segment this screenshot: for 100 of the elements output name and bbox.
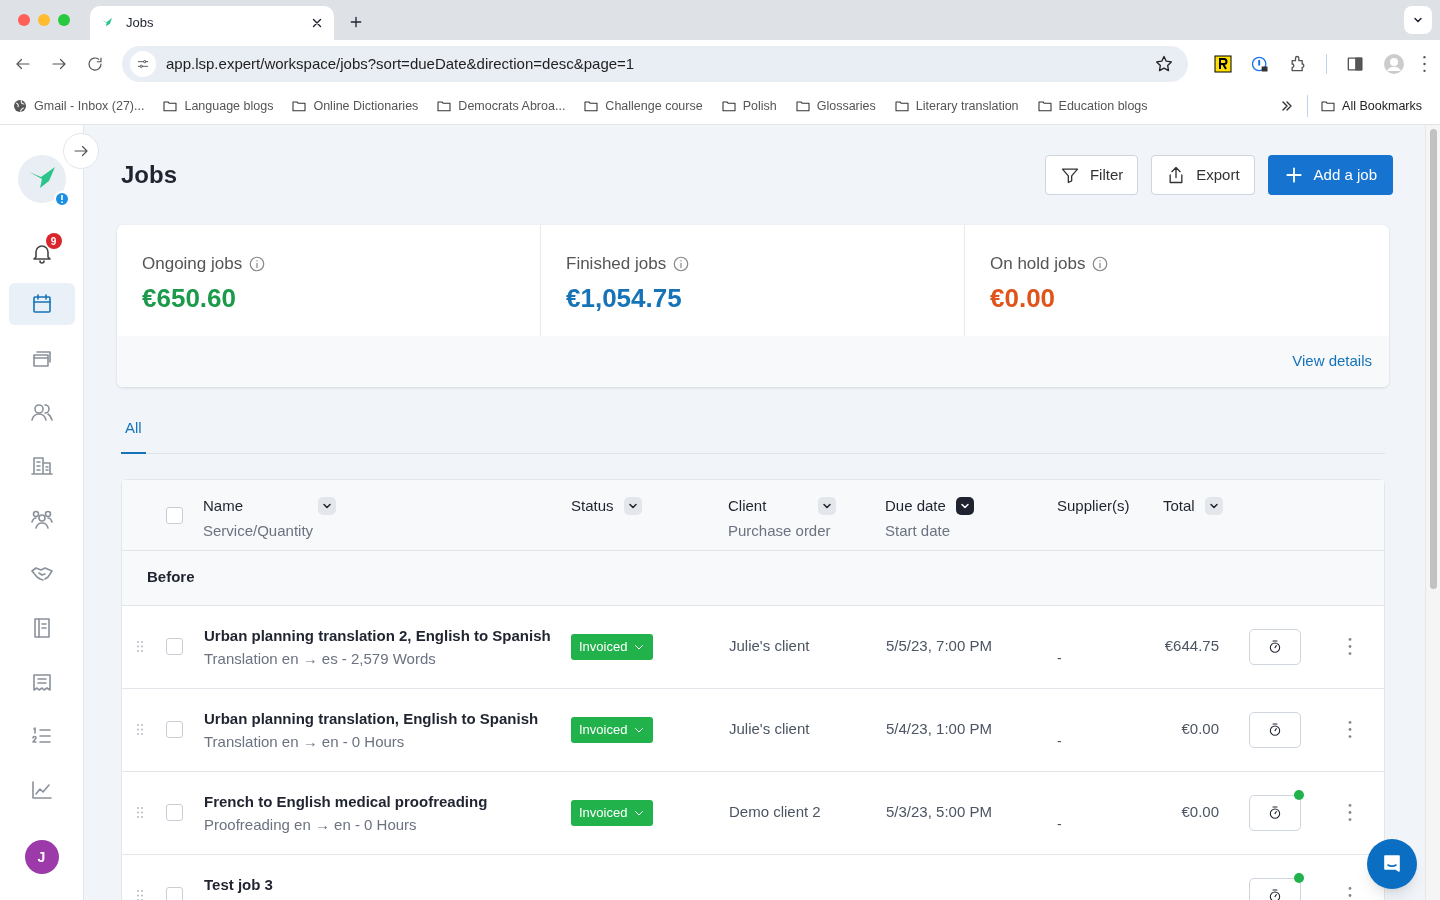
folder-icon xyxy=(720,98,737,114)
view-details-link[interactable]: View details xyxy=(1292,350,1372,373)
client-name: Julie's client xyxy=(729,636,810,657)
due-date: 5/4/23, 1:00 PM xyxy=(886,719,992,740)
app-logo[interactable] xyxy=(17,155,66,203)
column-header: Status xyxy=(571,495,614,516)
folder-icon xyxy=(583,98,600,114)
drag-handle-icon[interactable] xyxy=(137,890,143,900)
notification-count: 9 xyxy=(45,233,62,249)
column-header: Name xyxy=(203,495,244,516)
bookmark-folder[interactable]: Democrats Abroa... xyxy=(436,96,566,116)
more-options-icon[interactable] xyxy=(1348,638,1352,655)
due-date: 5/5/23, 7:00 PM xyxy=(886,636,992,657)
close-window-control[interactable] xyxy=(18,14,30,26)
job-name[interactable]: Urban planning translation 2, English to Spanish xyxy=(204,624,551,647)
due-date: 5/3/23, 5:00 PM xyxy=(886,802,992,823)
export-button[interactable]: Export xyxy=(1151,155,1255,195)
extension-icon[interactable] xyxy=(1214,55,1232,73)
stopwatch-icon xyxy=(1267,804,1283,821)
folder-icon xyxy=(162,98,179,114)
folder-icon xyxy=(1320,98,1337,114)
sort-button[interactable] xyxy=(955,496,974,515)
browser-tab[interactable]: Jobs xyxy=(90,6,334,40)
bookmark-folder[interactable]: Language blogs xyxy=(162,96,274,116)
add-button[interactable]: Add a job xyxy=(1267,155,1393,195)
column-subheader: Start date xyxy=(885,521,952,541)
tab-list-button[interactable] xyxy=(1404,6,1432,34)
checkbox[interactable] xyxy=(166,721,183,738)
checkbox[interactable] xyxy=(166,638,183,655)
site-settings-icon xyxy=(136,57,150,71)
user-avatar[interactable]: J xyxy=(24,840,59,874)
stat-label: Ongoing jobs xyxy=(142,253,243,275)
bookmark-folder[interactable]: All Bookmarks xyxy=(1320,96,1422,116)
stat-value: €0.00 xyxy=(990,281,1057,315)
total-amount: €644.75 xyxy=(1164,636,1219,657)
chat-button[interactable] xyxy=(1367,839,1417,889)
stat-value: €650.60 xyxy=(142,281,237,315)
filter-button[interactable]: Filter xyxy=(1044,155,1139,195)
expand-sidebar-button[interactable] xyxy=(63,133,99,169)
suppliers-value: - xyxy=(1057,648,1062,668)
profile-avatar-icon[interactable] xyxy=(1383,53,1405,75)
drag-handle-icon[interactable] xyxy=(137,807,143,818)
column-subheader: Purchase order xyxy=(728,521,832,541)
sort-button[interactable] xyxy=(318,496,336,515)
stopwatch-icon xyxy=(1267,721,1283,738)
star-icon xyxy=(1154,54,1174,74)
column-header: Total xyxy=(1163,495,1195,516)
job-name[interactable]: French to English medical proofreading xyxy=(204,790,488,813)
team-icon xyxy=(29,508,54,532)
total-amount: €0.00 xyxy=(1181,802,1219,823)
bookmark-folder[interactable]: Education blogs xyxy=(1036,96,1148,116)
drag-handle-icon[interactable] xyxy=(137,724,143,735)
sort-button[interactable] xyxy=(623,496,642,515)
job-service: Proofreading en → en - 0 Hours xyxy=(204,815,418,835)
bookmark-folder[interactable]: Glossaries xyxy=(794,96,876,116)
client-name: Julie's client xyxy=(729,719,810,740)
sort-button[interactable] xyxy=(1204,496,1223,515)
scrollbar[interactable] xyxy=(1425,125,1440,900)
checkbox[interactable] xyxy=(166,804,183,821)
job-name[interactable]: Urban planning translation, English to Spanish xyxy=(204,707,539,730)
address-bar[interactable]: app.lsp.expert/workspace/jobs?sort=dueDate&direction=desc&page=1 xyxy=(122,46,1188,82)
bookmark-link[interactable]: Gmail - Inbox (27)... xyxy=(12,96,145,116)
page-title: Jobs xyxy=(121,160,177,190)
bookmark-folder[interactable]: Literary translation xyxy=(893,96,1019,116)
password-manager-icon xyxy=(1250,54,1270,74)
more-options-icon[interactable] xyxy=(1348,887,1352,900)
job-service: Translation en → en - 0 Hours xyxy=(204,732,406,752)
building-icon xyxy=(29,454,54,478)
notifications-button[interactable]: 9 xyxy=(21,233,62,273)
tab[interactable]: All xyxy=(121,417,146,454)
suppliers-value: - xyxy=(1057,731,1062,751)
bookmark-folder[interactable]: Polish xyxy=(720,96,777,116)
minimize-window-control[interactable] xyxy=(38,14,50,26)
reload-icon xyxy=(86,55,104,73)
total-amount: €0.00 xyxy=(1181,719,1219,740)
more-options-icon[interactable] xyxy=(1348,804,1352,821)
close-icon xyxy=(310,16,324,30)
stat-label: Finished jobs xyxy=(566,253,667,275)
stat-label: On hold jobs xyxy=(990,253,1086,275)
more-options-icon[interactable] xyxy=(1348,721,1352,738)
zoom-window-control[interactable] xyxy=(58,14,70,26)
checkbox[interactable] xyxy=(166,887,183,900)
column-header: Supplier(s) xyxy=(1057,495,1130,516)
bookmark-folder[interactable]: Challenge course xyxy=(583,96,703,116)
folder-icon xyxy=(794,98,811,114)
column-header: Client xyxy=(728,495,768,516)
info-icon xyxy=(248,254,267,273)
drag-handle-icon[interactable] xyxy=(137,641,143,652)
nav-item[interactable] xyxy=(8,283,75,325)
sort-button[interactable] xyxy=(818,496,836,515)
bookmark-folder[interactable]: Online Dictionaries xyxy=(291,96,419,116)
info-icon xyxy=(672,254,691,273)
checkbox[interactable] xyxy=(166,506,183,524)
timer-button[interactable] xyxy=(1249,628,1301,665)
folder-icon xyxy=(436,98,453,114)
job-service: Translation en → es - 2,579 Words xyxy=(204,649,437,669)
more-options-icon[interactable] xyxy=(1423,56,1426,72)
job-name[interactable]: Test job 3 xyxy=(204,873,273,896)
exclamation-icon xyxy=(59,195,64,203)
timer-button[interactable] xyxy=(1249,711,1301,748)
